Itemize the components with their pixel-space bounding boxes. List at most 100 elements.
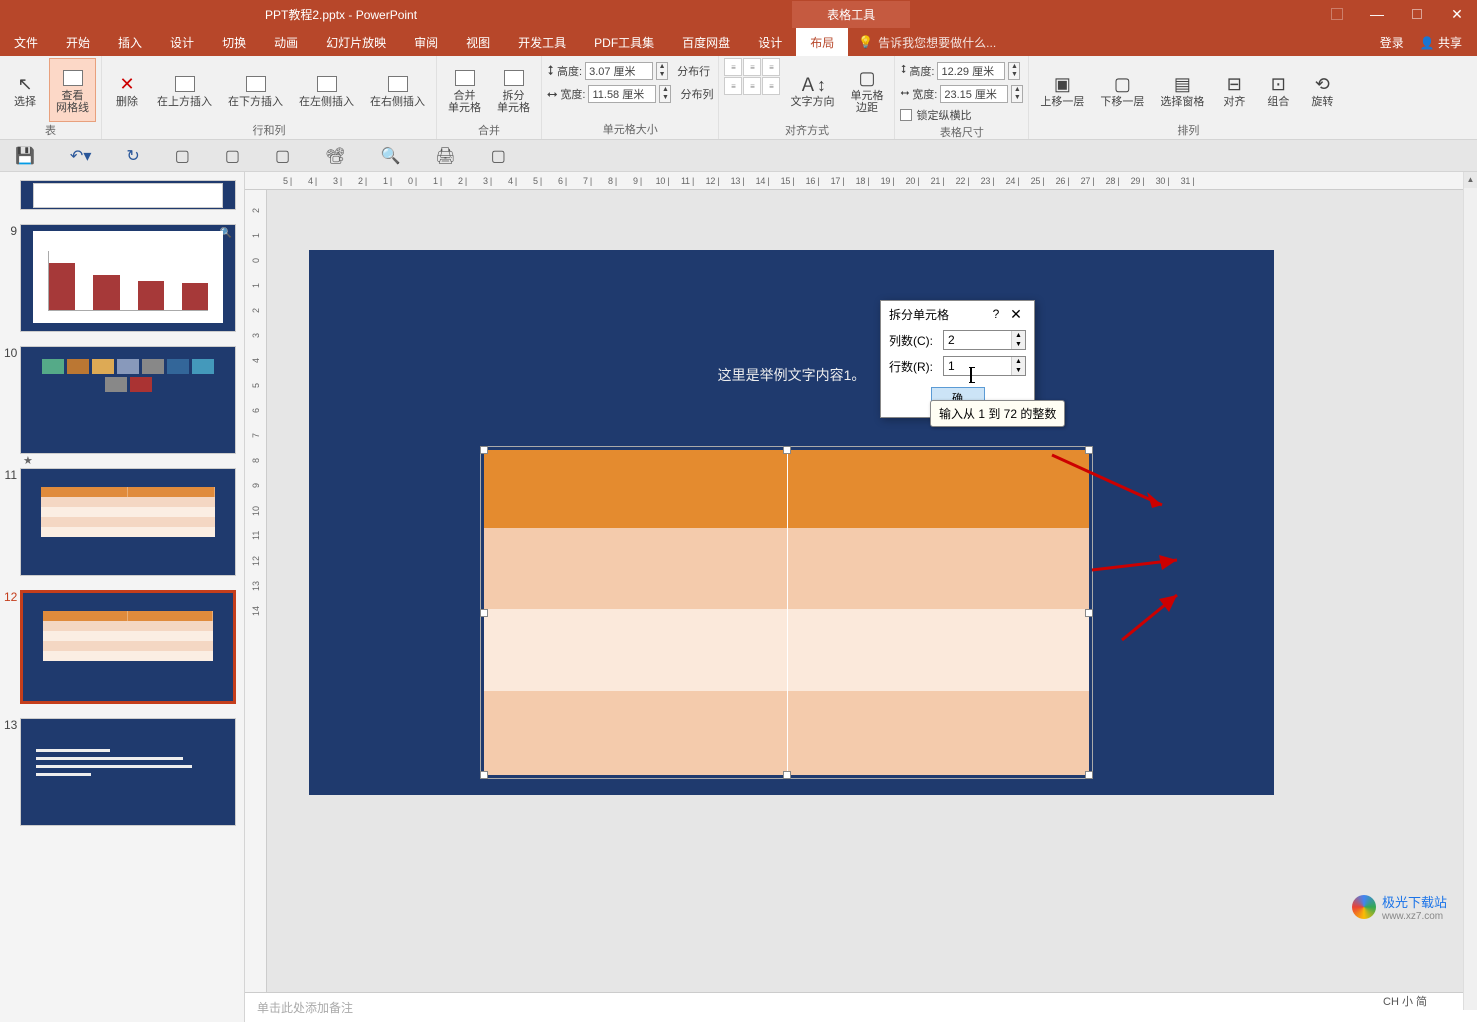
horizontal-ruler[interactable]: 5 | 4 | 3 | 2 | 1 | 0 | 1 | 2 | 3 | 4 | …: [245, 172, 1477, 190]
table-width-spinner[interactable]: ▲▼: [1011, 85, 1023, 103]
notes-pane[interactable]: 单击此处添加备注: [245, 992, 1477, 1022]
watermark-text: 极光下载站: [1382, 892, 1447, 911]
insert-above-button[interactable]: 在上方插入: [151, 58, 218, 122]
table-height-spinner[interactable]: ▲▼: [1008, 62, 1020, 80]
cols-input[interactable]: 2▲▼: [943, 330, 1026, 350]
view-gridlines-button[interactable]: 查看 网格线: [49, 58, 96, 122]
presenter-icon[interactable]: 📽: [325, 146, 345, 166]
resize-handle[interactable]: [1085, 609, 1093, 617]
tab-file[interactable]: 文件: [0, 28, 52, 56]
text-placeholder[interactable]: 这里是举例文字内容1。: [309, 365, 1274, 385]
tab-table-design[interactable]: 设计: [744, 28, 796, 56]
dialog-help-icon[interactable]: ?: [986, 307, 1006, 321]
text-direction-button[interactable]: Ａ↕文字方向: [784, 58, 840, 122]
ribbon-tabs: 文件 开始 插入 设计 切换 动画 幻灯片放映 审阅 视图 开发工具 PDF工具…: [0, 28, 1477, 56]
rotate-icon: ⟲: [1308, 72, 1336, 96]
slide-canvas-area[interactable]: 这里是举例文字内容1。: [267, 190, 1477, 992]
table-object[interactable]: [484, 450, 1089, 775]
group-menu-button[interactable]: ⊡组合: [1258, 58, 1298, 122]
resize-handle[interactable]: [480, 609, 488, 617]
merge-cells-button[interactable]: 合并 单元格: [442, 58, 487, 122]
selection-pane-button[interactable]: ▤选择窗格: [1154, 58, 1210, 122]
thumbnail-11[interactable]: 11: [0, 464, 244, 586]
delete-button[interactable]: ✕删除: [107, 58, 147, 122]
rotate-menu-button[interactable]: ⟲旋转: [1302, 58, 1342, 122]
close-icon[interactable]: ✕: [1437, 0, 1477, 28]
resize-handle[interactable]: [783, 446, 791, 454]
vertical-ruler[interactable]: 2101234567891011121314: [245, 190, 267, 992]
annotation-arrow-2: [1087, 545, 1187, 575]
rows-input[interactable]: 1▲▼: [943, 356, 1026, 376]
lock-aspect-checkbox[interactable]: 锁定纵横比: [900, 106, 971, 124]
print-icon[interactable]: 🖨: [435, 146, 455, 166]
bring-forward-button[interactable]: ▣上移一层: [1034, 58, 1090, 122]
tab-insert[interactable]: 插入: [104, 28, 156, 56]
thumbnail-12[interactable]: 12: [0, 586, 244, 714]
tell-me-search[interactable]: 💡 告诉我您想要做什么...: [848, 28, 1006, 56]
insert-row-above-icon: [171, 72, 199, 96]
row-height-spinner[interactable]: ▲▼: [656, 62, 668, 80]
watermark: 极光下载站 www.xz7.com: [1352, 892, 1447, 922]
rows-spinner[interactable]: ▲▼: [1011, 357, 1025, 375]
cell-margins-button[interactable]: ▢单元格 边距: [844, 58, 889, 122]
ribbon-options-icon[interactable]: [1317, 0, 1357, 28]
table-height-icon: ⭥: [900, 64, 906, 77]
save-icon[interactable]: 💾: [15, 146, 35, 166]
tab-transitions[interactable]: 切换: [208, 28, 260, 56]
align-menu-button[interactable]: ⊟对齐: [1214, 58, 1254, 122]
export-icon[interactable]: ▢: [491, 146, 506, 166]
thumbnail-8-partial[interactable]: [0, 176, 244, 220]
thumbnail-13[interactable]: 13: [0, 714, 244, 836]
tab-layout[interactable]: 布局: [796, 28, 848, 56]
maximize-icon[interactable]: [1397, 0, 1437, 28]
cols-spinner[interactable]: ▲▼: [1011, 331, 1025, 349]
scroll-up-icon[interactable]: ▲: [1464, 172, 1477, 188]
insert-below-button[interactable]: 在下方插入: [222, 58, 289, 122]
slide-thumbnails-panel[interactable]: 9🔍 10★ 11 12 13: [0, 172, 245, 1022]
tab-slideshow[interactable]: 幻灯片放映: [312, 28, 400, 56]
new-slide-icon[interactable]: ▢: [175, 146, 190, 166]
dialog-close-icon[interactable]: ✕: [1006, 306, 1026, 323]
undo-icon[interactable]: ↶▾: [70, 146, 91, 166]
select-button[interactable]: ↖选择: [5, 58, 45, 122]
slide-canvas[interactable]: 这里是举例文字内容1。: [309, 250, 1274, 795]
login-link[interactable]: 登录: [1380, 34, 1404, 51]
text-cursor-icon: [970, 368, 972, 382]
share-button[interactable]: 👤 共享: [1420, 34, 1462, 51]
zoom-icon[interactable]: 🔍: [380, 146, 400, 166]
vertical-scrollbar[interactable]: ▲: [1463, 172, 1477, 1010]
tab-baidu[interactable]: 百度网盘: [668, 28, 744, 56]
table-height-input[interactable]: 12.29 厘米: [937, 62, 1005, 80]
table-width-input[interactable]: 23.15 厘米: [940, 85, 1008, 103]
distribute-rows-button[interactable]: 分布行: [677, 63, 710, 79]
send-backward-button[interactable]: ▢下移一层: [1094, 58, 1150, 122]
text-align-grid[interactable]: ≡≡≡≡≡≡: [724, 58, 780, 95]
split-cells-button[interactable]: 拆分 单元格: [491, 58, 536, 122]
tab-developer[interactable]: 开发工具: [504, 28, 580, 56]
window-controls: — ✕: [1317, 0, 1477, 28]
resize-handle[interactable]: [480, 771, 488, 779]
tab-view[interactable]: 视图: [452, 28, 504, 56]
table-width-label: 宽度:: [912, 86, 937, 102]
insert-left-button[interactable]: 在左侧插入: [293, 58, 360, 122]
cols-label: 列数(C):: [889, 332, 937, 349]
tab-review[interactable]: 审阅: [400, 28, 452, 56]
tab-design[interactable]: 设计: [156, 28, 208, 56]
thumbnail-10[interactable]: 10★: [0, 342, 244, 464]
distribute-cols-button[interactable]: 分布列: [680, 86, 713, 102]
redo-icon[interactable]: ↻: [126, 146, 139, 166]
col-width-spinner[interactable]: ▲▼: [659, 85, 671, 103]
resize-handle[interactable]: [783, 771, 791, 779]
resize-handle[interactable]: [480, 446, 488, 454]
insert-object-icon[interactable]: ▢: [275, 146, 290, 166]
row-height-input[interactable]: 3.07 厘米: [585, 62, 653, 80]
insert-right-button[interactable]: 在右侧插入: [364, 58, 431, 122]
tab-pdf[interactable]: PDF工具集: [580, 28, 668, 56]
from-beginning-icon[interactable]: ▢: [225, 146, 240, 166]
col-width-input[interactable]: 11.58 厘米: [588, 85, 656, 103]
resize-handle[interactable]: [1085, 771, 1093, 779]
minimize-icon[interactable]: —: [1357, 0, 1397, 28]
thumbnail-9[interactable]: 9🔍: [0, 220, 244, 342]
tab-animations[interactable]: 动画: [260, 28, 312, 56]
tab-home[interactable]: 开始: [52, 28, 104, 56]
